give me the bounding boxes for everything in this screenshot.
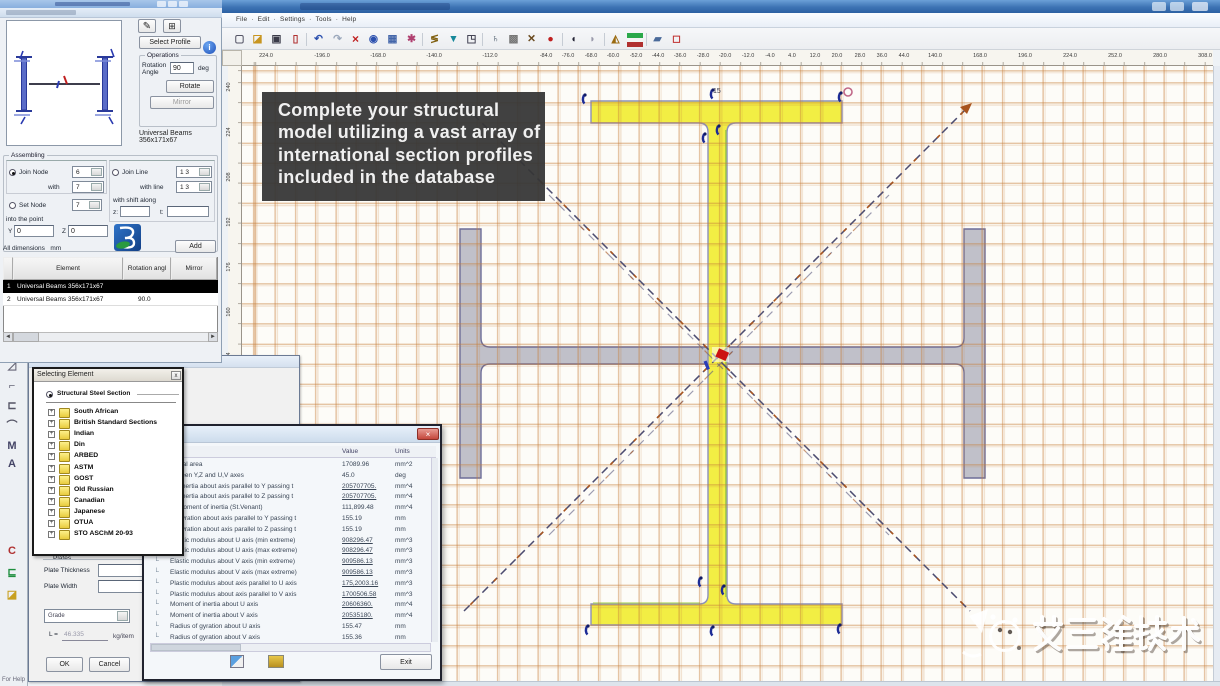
- svg-text:15: 15: [713, 88, 721, 95]
